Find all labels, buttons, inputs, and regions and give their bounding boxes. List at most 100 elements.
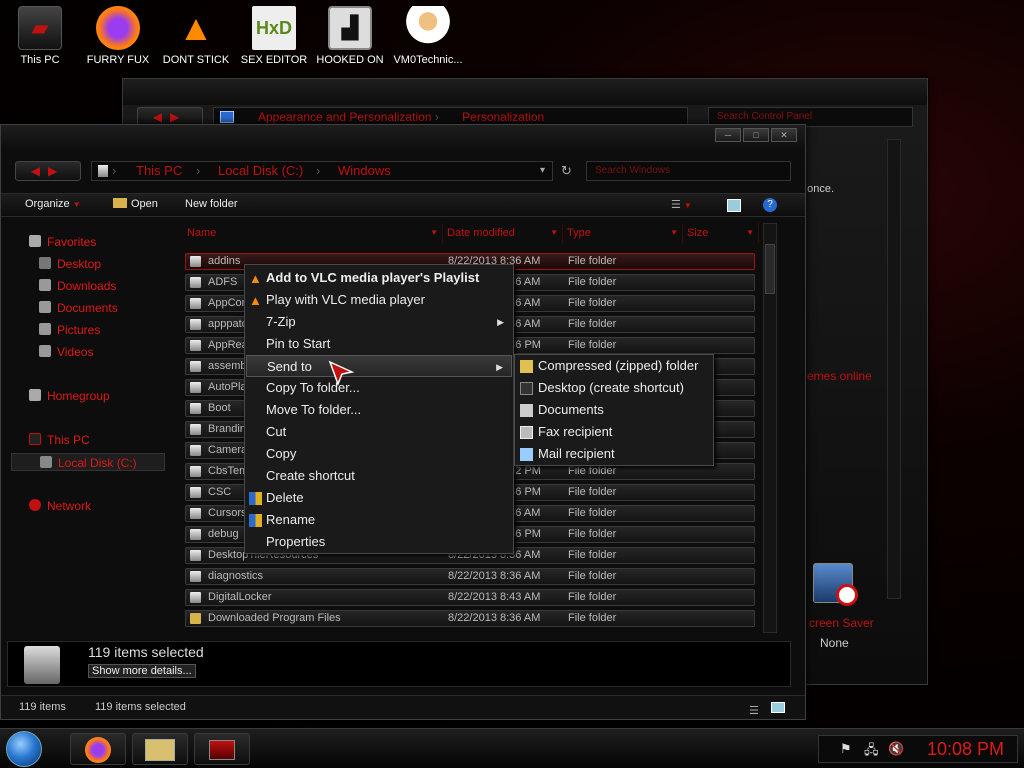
desktop-icon-hxd[interactable]: HxD SEX EDITOR [236, 6, 312, 66]
help-icon[interactable]: ? [763, 198, 777, 212]
documents-icon [520, 404, 533, 417]
nav-favorites[interactable]: Favorites [29, 235, 96, 249]
scrollbar-thumb[interactable] [765, 244, 775, 294]
new-folder-button[interactable]: New folder [185, 198, 238, 210]
status-item-count: 119 items [19, 701, 66, 713]
context-menu-item-copy[interactable]: Copy [246, 443, 512, 465]
firefox-icon [85, 737, 111, 763]
drive-icon [40, 456, 52, 468]
crumb-this-pc[interactable]: This PC [136, 162, 182, 180]
refresh-icon[interactable]: ↻ [561, 163, 572, 179]
folder-icon [98, 165, 108, 177]
action-center-icon[interactable]: ⚑ [840, 741, 852, 757]
system-folder-icon [190, 466, 201, 477]
column-type[interactable]: Type ▼ [563, 223, 683, 243]
preview-pane-icon[interactable] [727, 199, 741, 212]
context-menu-label: Delete [266, 490, 304, 505]
column-date[interactable]: Date modified ▼ [443, 223, 563, 243]
context-menu-item-cut[interactable]: Cut [246, 421, 512, 443]
system-folder-icon [190, 424, 201, 435]
taskbar-explorer[interactable] [132, 733, 188, 765]
send-to-item-desktop-create-shortcut[interactable]: Desktop (create shortcut) [516, 377, 712, 399]
organize-button[interactable]: Organize ▼ [25, 198, 81, 210]
nav-videos[interactable]: Videos [39, 345, 93, 359]
context-menu-label: Cut [266, 424, 287, 439]
volume-muted-icon[interactable]: 🔇 [888, 741, 904, 757]
desktop-icon-vm0[interactable]: VM0Technic... [390, 6, 466, 66]
screen-saver-label[interactable]: creen Saver [809, 616, 874, 630]
desktop-icon-hooked-on[interactable]: ▟ HOOKED ON [312, 6, 388, 66]
context-menu-item-7-zip[interactable]: 7-Zip ▶ [246, 311, 512, 333]
taskbar-firefox[interactable] [70, 733, 126, 765]
column-size[interactable]: Size ▼ [683, 223, 759, 243]
desktop-icon-firefox[interactable]: FURRY FUX [80, 6, 156, 66]
send-to-item-fax-recipient[interactable]: Fax recipient [516, 421, 712, 443]
table-row[interactable]: Downloaded Program Files 8/22/2013 8:36 A… [185, 610, 755, 627]
system-folder-icon [190, 571, 201, 582]
send-to-item-documents[interactable]: Documents [516, 399, 712, 421]
context-menu-item-properties[interactable]: Properties [246, 531, 512, 553]
desktop-icon-vlc[interactable]: ▲ DONT STICK [158, 6, 234, 66]
context-menu-item-delete[interactable]: Delete [246, 487, 512, 509]
context-menu-label: Add to VLC media player's Playlist [266, 270, 480, 285]
row-name: DigitalLocker [208, 591, 272, 603]
context-menu-item-add-to-vlc-media-player-s-playlist[interactable]: ▲ Add to VLC media player's Playlist [246, 267, 512, 289]
search-input[interactable]: Search Windows [586, 161, 791, 181]
open-button[interactable]: Open [113, 198, 158, 210]
nav-this-pc[interactable]: This PC [29, 433, 90, 447]
details-view-icon[interactable]: ☰ [749, 700, 759, 722]
file-list-scrollbar[interactable] [763, 223, 777, 633]
desktop-icon-this-pc[interactable]: ▰ This PC [2, 6, 78, 66]
context-menu-item-play-with-vlc-media-player[interactable]: ▲ Play with VLC media player [246, 289, 512, 311]
back-forward-buttons[interactable]: ◀▶ [15, 161, 81, 181]
send-to-item-compressed-zipped-folder[interactable]: Compressed (zipped) folder [516, 355, 712, 377]
start-button[interactable] [6, 731, 42, 767]
nav-local-disk[interactable]: Local Disk (C:) [11, 453, 165, 471]
close-button[interactable]: ✕ [771, 128, 797, 142]
column-name[interactable]: Name ▼ [183, 223, 443, 243]
screen-saver-icon[interactable] [813, 563, 858, 606]
nav-downloads[interactable]: Downloads [39, 279, 116, 293]
nav-pictures[interactable]: Pictures [39, 323, 100, 337]
shield-icon [249, 492, 262, 505]
context-menu-item-move-to-folder[interactable]: Move To folder... [246, 399, 512, 421]
cp-themes-online-link[interactable]: emes online [807, 369, 872, 383]
system-folder-icon [190, 592, 201, 603]
table-row[interactable]: DigitalLocker 8/22/2013 8:43 AM File folde… [185, 589, 755, 606]
cp-crumb-personalization[interactable]: Personalization [462, 110, 544, 124]
context-menu-item-create-shortcut[interactable]: Create shortcut [246, 465, 512, 487]
row-type: File folder [568, 486, 617, 498]
show-more-details-button[interactable]: Show more details... [88, 664, 196, 678]
cp-crumb-appearance[interactable]: Appearance and Personalization [258, 110, 431, 124]
nav-documents[interactable]: Documents [39, 301, 118, 315]
row-type: File folder [568, 276, 617, 288]
address-dropdown-icon[interactable]: ▾ [540, 162, 545, 180]
row-type: File folder [568, 507, 617, 519]
nav-network[interactable]: Network [29, 499, 91, 513]
system-folder-icon [190, 487, 201, 498]
system-folder-icon [190, 550, 201, 561]
row-type: File folder [568, 255, 617, 267]
tiles-view-icon[interactable] [771, 702, 785, 713]
context-menu-item-pin-to-start[interactable]: Pin to Start [246, 333, 512, 355]
crumb-windows[interactable]: Windows [338, 162, 391, 180]
context-menu-item-send-to[interactable]: Send to ▶ [246, 355, 512, 377]
crumb-local-disk[interactable]: Local Disk (C:) [218, 162, 303, 180]
homegroup-icon [29, 389, 41, 401]
send-to-item-mail-recipient[interactable]: Mail recipient [516, 443, 712, 465]
context-menu-item-copy-to-folder[interactable]: Copy To folder... [246, 377, 512, 399]
nav-homegroup[interactable]: Homegroup [29, 389, 110, 403]
taskbar-app[interactable] [194, 733, 250, 765]
cp-scrollbar[interactable] [887, 139, 901, 599]
network-tray-icon[interactable]: 🖧 [864, 741, 879, 763]
taskbar-clock[interactable]: 10:08 PM [927, 739, 1004, 760]
row-type: File folder [568, 297, 617, 309]
submenu-arrow-icon: ▶ [497, 317, 504, 327]
nav-desktop[interactable]: Desktop [39, 257, 101, 271]
minimize-button[interactable]: ─ [715, 128, 741, 142]
context-menu-item-rename[interactable]: Rename [246, 509, 512, 531]
maximize-button[interactable]: □ [743, 128, 769, 142]
table-row[interactable]: diagnostics 8/22/2013 8:36 AM File folder [185, 568, 755, 585]
address-bar[interactable]: › This PC › Local Disk (C:) › Windows ▾ [91, 161, 553, 181]
view-options-icon[interactable]: ☰ ▼ [671, 198, 692, 211]
